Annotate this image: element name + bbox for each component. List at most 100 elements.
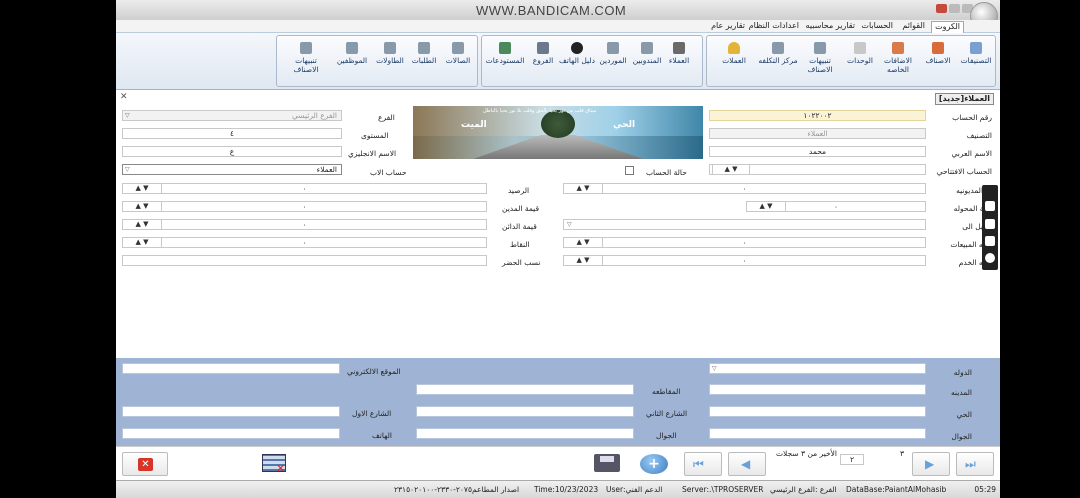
delete-button[interactable]: ✕ [122, 452, 168, 476]
ribbon-btn-branches[interactable]: الفروع [522, 42, 564, 65]
credit-value-field[interactable]: ٠ [122, 219, 487, 230]
transfer-to-field[interactable] [563, 219, 926, 230]
ribbon-btn-item-alerts[interactable]: تنبيهات الاصناف [799, 42, 841, 74]
opening-account-stepper[interactable]: ▲ ▼ [712, 164, 750, 175]
arabic-name-field[interactable]: محمد [709, 146, 926, 157]
account-status-checkbox[interactable] [625, 166, 634, 175]
ribbon: التصنيفات الاصناف الاضافات الخاصه الوحدا… [116, 33, 1000, 90]
page-number-field[interactable]: ٢ [840, 454, 864, 465]
customers-icon [673, 42, 685, 54]
currencies-icon [728, 42, 740, 54]
transferred-value-stepper[interactable]: ▲ ▼ [746, 201, 786, 212]
copy-icon[interactable] [985, 236, 995, 246]
ribbon-btn-units[interactable]: الوحدات [839, 42, 881, 65]
credit-value-stepper[interactable]: ▲ ▼ [122, 219, 162, 230]
halls-icon [452, 42, 464, 54]
ribbon-group-contacts: العملاء المندوبين الموردين دليل الهاتف ا… [481, 35, 703, 87]
balance-field[interactable]: ٠ [122, 183, 487, 194]
ribbon-btn-warehouses[interactable]: المستودعات [484, 42, 526, 65]
transfer-to-dropdown-icon[interactable]: ▽ [567, 221, 572, 228]
street1-field[interactable] [122, 406, 340, 417]
parent-account-dropdown-icon[interactable]: ▽ [125, 166, 130, 173]
ribbon-btn-classifications[interactable]: التصنيفات [955, 42, 997, 65]
items-icon [932, 42, 944, 54]
ribbon-btn-tables[interactable]: الطاولات [369, 42, 411, 65]
camera-icon[interactable] [985, 201, 995, 211]
close-window-button[interactable] [936, 4, 947, 13]
credit-limit-stepper[interactable]: ▲ ▼ [563, 183, 603, 194]
parent-account-field[interactable]: العملاء [122, 164, 342, 175]
balance-stepper[interactable]: ▲ ▼ [122, 183, 162, 194]
ribbon-btn-currencies[interactable]: العملات [713, 42, 755, 65]
first-record-button[interactable]: ⏮ [684, 452, 722, 476]
gear-icon[interactable] [985, 253, 995, 263]
street2-field[interactable] [416, 406, 634, 417]
credit-limit-field[interactable]: ٠ [563, 183, 926, 194]
branch-dropdown-icon[interactable]: ▽ [125, 112, 130, 119]
mobile-field[interactable] [709, 428, 926, 439]
ribbon-btn-items[interactable]: الاصناف [917, 42, 959, 65]
menu-tab-system-settings[interactable]: اعدادات النظام [746, 21, 802, 30]
service-percent-stepper[interactable]: ▲ ▼ [563, 255, 603, 266]
country-dropdown-icon[interactable]: ▽ [712, 365, 717, 372]
branch-field[interactable]: الفرع الرئيسي [122, 110, 342, 121]
form-tab-title[interactable]: العملاء[جديد] [934, 93, 994, 105]
close-form-icon[interactable]: ✕ [120, 92, 128, 102]
next-record-icon: ▶ [925, 457, 935, 471]
watermark-text: WWW.BANDICAM.COM [476, 3, 627, 18]
service-percent-field[interactable]: ٠ [563, 255, 926, 266]
app-window: WWW.BANDICAM.COM الكروت القوائم الحسابات… [116, 0, 1000, 498]
points-stepper[interactable]: ▲ ▼ [122, 237, 162, 248]
region-field[interactable] [416, 384, 634, 395]
menu-tab-accounting-reports[interactable]: تقارير محاسبيه [803, 21, 858, 30]
last-record-button[interactable]: ⏭ [956, 452, 994, 476]
balance-label: الرصيد [508, 186, 530, 195]
ribbon-btn-employees[interactable]: الموظفين [331, 42, 373, 65]
maximize-window-button[interactable] [949, 4, 960, 13]
menu-bar: الكروت القوائم الحسابات تقارير محاسبيه ا… [116, 20, 1000, 34]
branches-icon [537, 42, 549, 54]
navigation-bar: ✕ ✕ + ⏮ ◀ الأخير من ٣ سجلات ٢ ٣ ▶ ⏭ [116, 446, 1000, 480]
menu-tab-accounts[interactable]: الحسابات [858, 21, 896, 30]
district-label: الحي [956, 410, 972, 419]
delete-icon: ✕ [138, 458, 153, 471]
sales-percent-field[interactable]: ٠ [563, 237, 926, 248]
ribbon-btn-item-alerts-2[interactable]: تنبيهات الاصناف [285, 42, 327, 74]
classifications-icon [970, 42, 982, 54]
alerts-icon [814, 42, 826, 54]
attendance-field[interactable] [122, 255, 487, 266]
english-name-field[interactable]: ع [122, 146, 342, 157]
city-label: المدينه [950, 388, 972, 397]
debit-value-stepper[interactable]: ▲ ▼ [122, 201, 162, 212]
account-no-field[interactable]: ١٠٢٢٠٠٢ [709, 110, 926, 121]
sales-percent-stepper[interactable]: ▲ ▼ [563, 237, 603, 248]
account-no-label: رقم الحساب [952, 113, 992, 122]
save-button[interactable] [590, 452, 626, 476]
tree-image [541, 110, 575, 138]
debit-value-field[interactable]: ٠ [122, 201, 487, 212]
previous-record-button[interactable]: ◀ [728, 452, 766, 476]
phone-field[interactable] [122, 428, 340, 439]
ribbon-btn-cost-center[interactable]: مركز التكلفه [757, 42, 799, 65]
menu-tab-lists[interactable]: القوائم [899, 21, 928, 30]
district-field[interactable] [709, 406, 926, 417]
website-field[interactable] [122, 363, 340, 374]
ribbon-btn-suppliers[interactable]: الموردين [592, 42, 634, 65]
city-field[interactable] [709, 384, 926, 395]
clear-grid-button[interactable]: ✕ [260, 452, 290, 476]
category-field[interactable]: العملاء [709, 128, 926, 139]
country-label: الدوله [953, 368, 972, 377]
ribbon-btn-special-additions[interactable]: الاضافات الخاصه [877, 42, 919, 74]
first-record-icon: ⏮ [693, 457, 704, 471]
status-bar: 05:29 DataBase:PaiantAlMohasib الفرع :ال… [116, 480, 1000, 498]
credit-value-label: قيمة الدائن [502, 222, 537, 231]
video-icon[interactable] [985, 219, 995, 229]
mobile2-field[interactable] [416, 428, 634, 439]
menu-tab-general-reports[interactable]: تقارير عام [708, 21, 748, 30]
points-field[interactable]: ٠ [122, 237, 487, 248]
level-field[interactable]: ٤ [122, 128, 342, 139]
next-record-button[interactable]: ▶ [912, 452, 950, 476]
english-name-label: الاسم الانجليزي [348, 149, 397, 158]
add-button[interactable]: + [638, 452, 670, 476]
country-field[interactable] [709, 363, 926, 374]
